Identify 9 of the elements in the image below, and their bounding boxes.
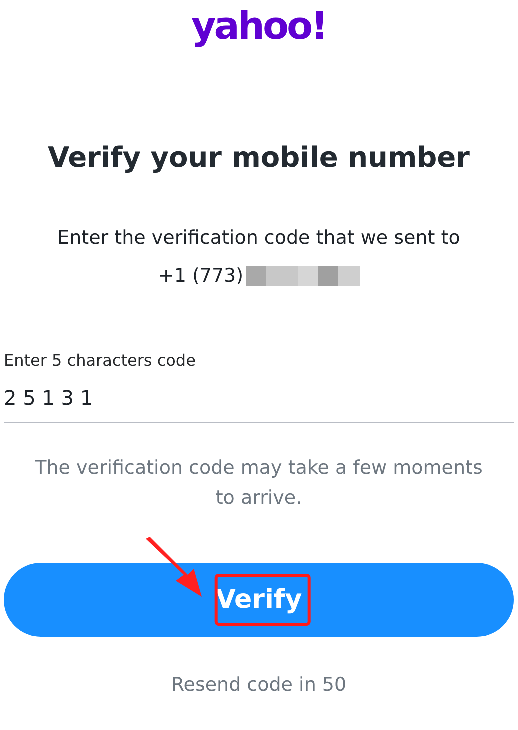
resend-timer: Resend code in 50 (171, 673, 347, 698)
phone-number: +1 (773) (158, 264, 244, 289)
pointer-arrow (144, 537, 204, 599)
yahoo-logo: yahoo! (191, 3, 326, 50)
code-input[interactable]: 2 5 1 3 1 (4, 382, 514, 423)
hint-text: The verification code may take a few moments to arrive. (34, 456, 484, 511)
instruction-text: Enter the verification code that we sent to (58, 226, 460, 251)
field-label: Enter 5 characters code (4, 350, 197, 372)
page-title: Verify your mobile number (48, 140, 470, 176)
